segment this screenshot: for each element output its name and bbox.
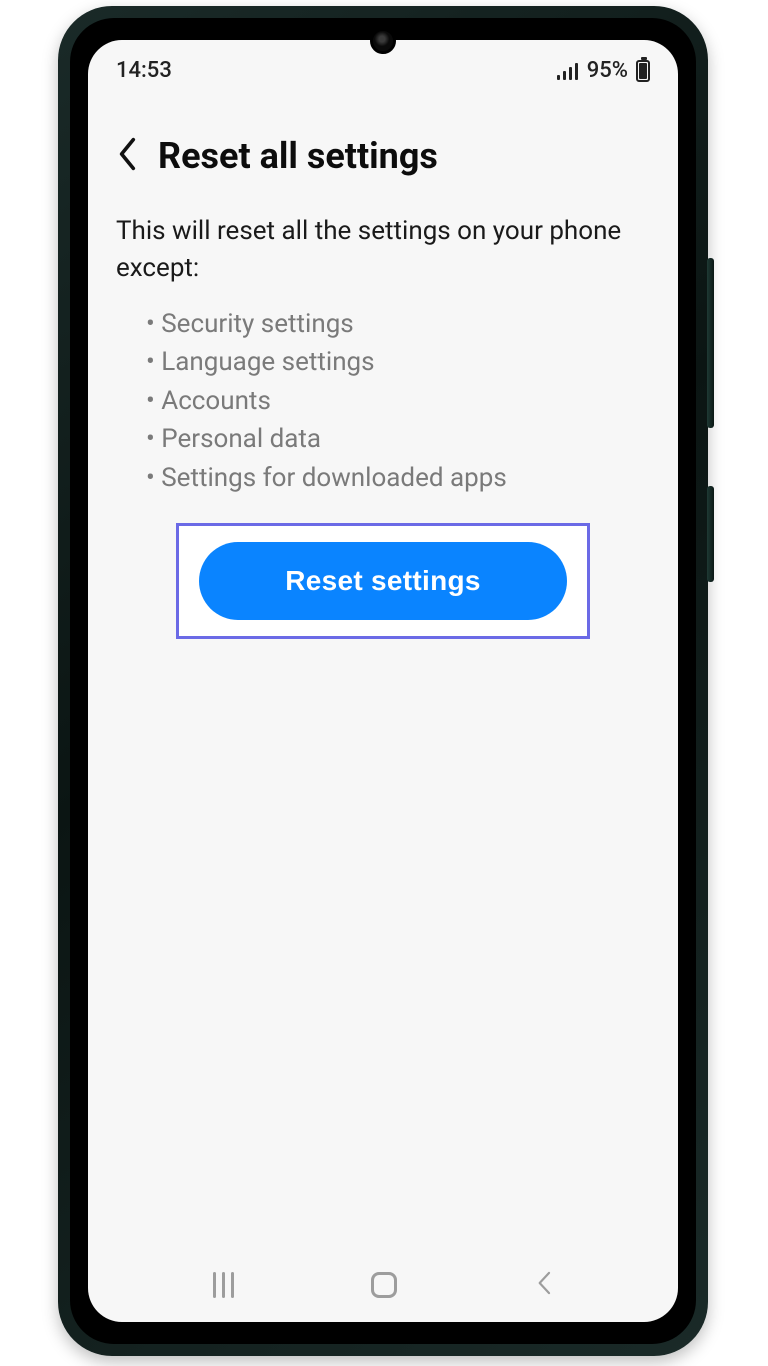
list-item: Language settings	[146, 343, 650, 381]
signal-icon	[557, 62, 579, 80]
reset-settings-button[interactable]: Reset settings	[199, 542, 567, 620]
list-item: Accounts	[146, 382, 650, 420]
reset-highlight: Reset settings	[176, 523, 590, 639]
back-button[interactable]	[116, 136, 138, 176]
power-button	[707, 486, 714, 582]
page-body: Reset all settings This will reset all t…	[88, 83, 678, 639]
screen: 14:53 95% Reset all s	[88, 40, 678, 1322]
home-button[interactable]	[371, 1272, 397, 1298]
battery-percent: 95%	[587, 58, 628, 83]
volume-button	[707, 258, 714, 428]
recents-button[interactable]	[213, 1272, 234, 1298]
title-bar: Reset all settings	[116, 135, 650, 177]
chevron-left-icon	[535, 1270, 553, 1296]
device-frame: 14:53 95% Reset all s	[58, 6, 708, 1356]
nav-back-button[interactable]	[535, 1270, 553, 1300]
exceptions-list: Security settings Language settings Acco…	[116, 305, 650, 497]
list-item: Security settings	[146, 305, 650, 343]
device-bezel: 14:53 95% Reset all s	[70, 18, 696, 1344]
chevron-left-icon	[116, 136, 138, 172]
front-camera	[370, 28, 396, 54]
navigation-bar	[88, 1270, 678, 1300]
status-time: 14:53	[116, 58, 172, 83]
intro-text: This will reset all the settings on your…	[116, 213, 650, 287]
status-right: 95%	[557, 58, 650, 83]
battery-icon	[636, 60, 650, 82]
page-title: Reset all settings	[158, 135, 438, 177]
list-item: Settings for downloaded apps	[146, 459, 650, 497]
list-item: Personal data	[146, 420, 650, 458]
